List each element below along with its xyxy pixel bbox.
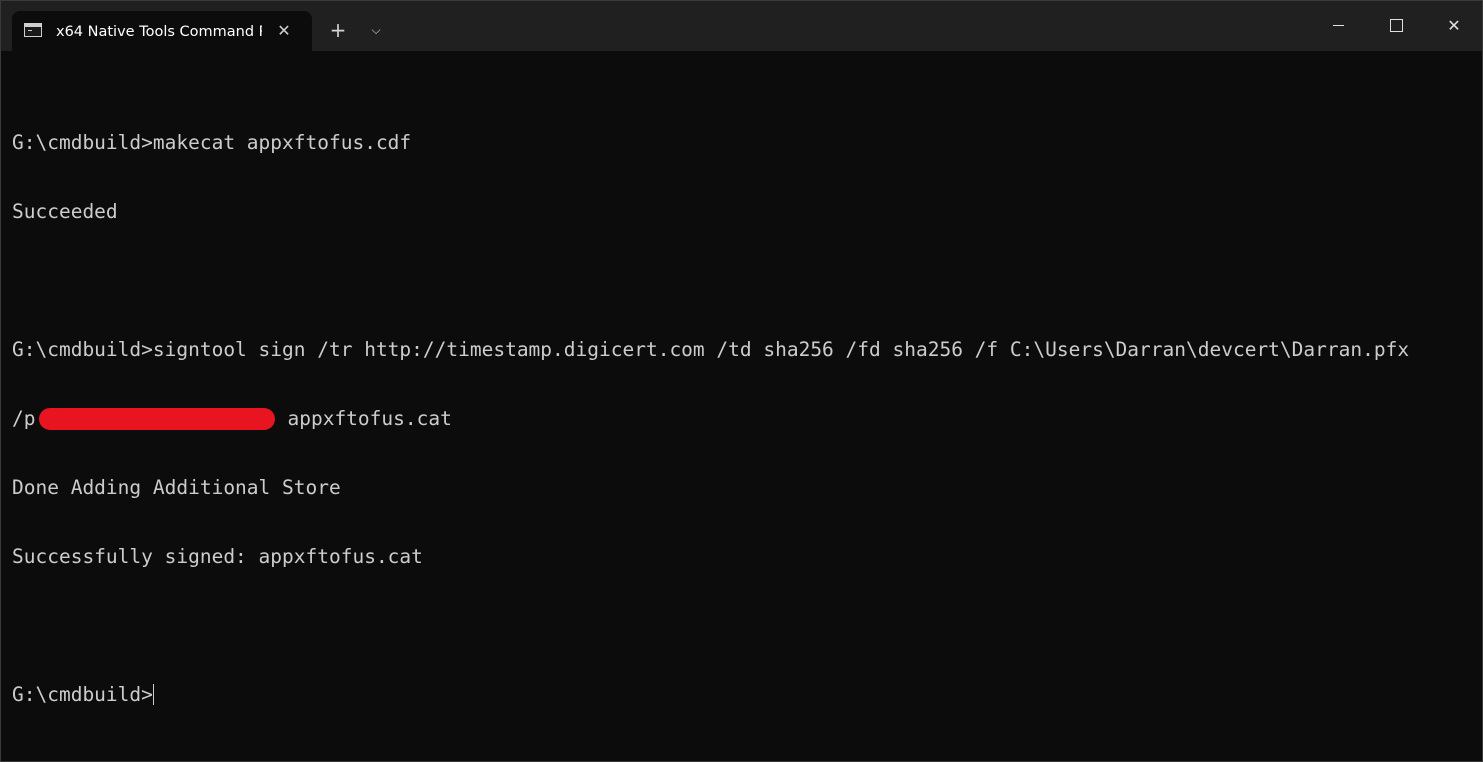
password-line: /p appxftofus.cat — [12, 407, 1472, 430]
tab-title: x64 Native Tools Command Pr — [56, 24, 262, 40]
tab-close-button[interactable]: ✕ — [274, 21, 294, 41]
console-line: Done Adding Additional Store — [12, 476, 341, 499]
close-button[interactable]: ✕ — [1425, 1, 1482, 51]
password-line-suffix: appxftofus.cat — [287, 407, 452, 430]
text-cursor — [152, 684, 154, 705]
console-line: Successfully signed: appxftofus.cat — [12, 545, 423, 568]
console-line: G:\cmdbuild>makecat appxftofus.cdf — [12, 131, 412, 154]
console-output[interactable]: G:\cmdbuild>makecat appxftofus.cdf Succe… — [12, 85, 1472, 752]
maximize-button[interactable] — [1367, 1, 1425, 51]
terminal-window: x64 Native Tools Command Pr ✕ + ⌵ ✕ G:\c… — [0, 0, 1483, 762]
tab-command-prompt[interactable]: x64 Native Tools Command Pr ✕ — [12, 11, 312, 51]
password-flag: /p — [12, 407, 36, 430]
minimize-icon — [1333, 25, 1344, 26]
title-bar: x64 Native Tools Command Pr ✕ + ⌵ ✕ — [1, 1, 1482, 51]
new-tab-button[interactable]: + — [322, 15, 354, 45]
terminal-icon — [24, 23, 42, 37]
maximize-icon — [1390, 19, 1403, 32]
console-line: Succeeded — [12, 200, 118, 223]
prompt: G:\cmdbuild> — [12, 683, 153, 706]
chevron-down-icon[interactable]: ⌵ — [360, 15, 392, 45]
redaction-mark — [39, 408, 276, 430]
prompt-line[interactable]: G:\cmdbuild> — [12, 683, 1472, 706]
console-line: G:\cmdbuild>signtool sign /tr http://tim… — [12, 338, 1410, 361]
minimize-button[interactable] — [1309, 1, 1367, 51]
